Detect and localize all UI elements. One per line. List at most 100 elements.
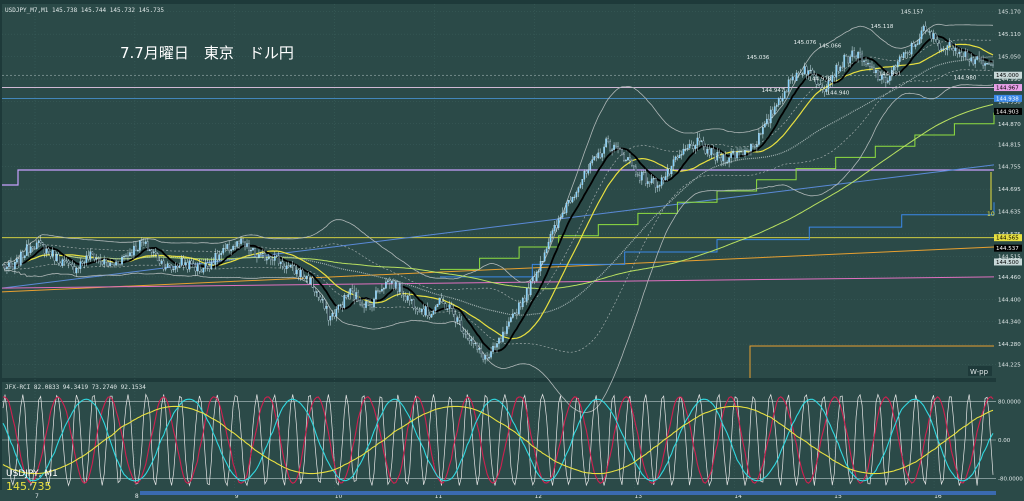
candle-body — [180, 258, 183, 266]
candle-body — [216, 253, 219, 260]
candle-body — [803, 66, 806, 74]
candle-body — [924, 25, 927, 31]
candle-body — [105, 258, 108, 263]
candle-body — [762, 127, 764, 135]
candle-body — [817, 84, 820, 86]
candle-body — [190, 260, 193, 264]
candle-body — [593, 156, 596, 160]
candle-body — [391, 280, 393, 284]
candle-body — [271, 259, 274, 261]
candle-body — [63, 259, 66, 262]
price-tag-label: 144.500 — [996, 260, 1019, 266]
candle-body — [277, 255, 280, 264]
candle-body — [184, 262, 187, 266]
candle-body — [166, 263, 169, 268]
candle-body — [833, 75, 836, 78]
candle-body — [982, 60, 984, 66]
candle-body — [976, 56, 978, 60]
candle-body — [875, 70, 877, 74]
candle-body — [279, 261, 282, 264]
candle-body — [970, 57, 973, 62]
candle-body — [164, 267, 167, 270]
candle-body — [752, 143, 754, 147]
candle-body — [398, 283, 401, 292]
candle-body — [422, 308, 425, 316]
candle-body — [533, 276, 536, 282]
candle-body — [311, 277, 314, 288]
candle-body — [779, 98, 782, 102]
candle-body — [492, 346, 494, 352]
candle-body — [144, 241, 147, 244]
candle-body — [490, 351, 492, 358]
candle-body — [926, 30, 929, 32]
candle-body — [894, 65, 897, 68]
candle-body — [658, 185, 661, 187]
candle-body — [688, 143, 691, 149]
candle-body — [150, 249, 153, 253]
candle-body — [754, 146, 756, 148]
candle-body — [801, 73, 804, 75]
candle-body — [760, 133, 762, 135]
candle-body — [266, 258, 268, 261]
candle-body — [474, 342, 477, 345]
candle-body — [777, 98, 780, 106]
candle-body — [631, 159, 633, 167]
candle-body — [978, 56, 980, 58]
candle-body — [8, 262, 10, 267]
candle-body — [355, 292, 357, 300]
candle-body — [648, 181, 651, 184]
candle-body — [93, 253, 96, 260]
candle-body — [742, 150, 744, 155]
candle-body — [898, 56, 901, 62]
candle-body — [984, 63, 986, 66]
candle-body — [232, 246, 234, 251]
candle-body — [597, 152, 600, 159]
candle-body — [43, 244, 46, 254]
candle-body — [301, 269, 304, 278]
candle-body — [293, 265, 296, 275]
candle-body — [210, 262, 213, 269]
candle-body — [728, 157, 730, 163]
footer-symbol: USDJPY, M1 — [6, 469, 58, 479]
candle-body — [198, 264, 201, 272]
candle-body — [619, 148, 621, 150]
candle-body — [428, 315, 431, 318]
candle-body — [555, 225, 558, 228]
candle-body — [954, 47, 957, 51]
y-tick-label: 144.755 — [998, 165, 1021, 171]
candle-body — [444, 303, 447, 310]
candle-body — [639, 175, 641, 181]
candle-body — [156, 253, 159, 261]
candle-body — [287, 265, 290, 267]
candle-body — [27, 244, 30, 253]
candle-body — [738, 151, 740, 153]
candle-body — [585, 170, 588, 174]
candle-body — [559, 216, 562, 219]
candle-body — [960, 52, 963, 57]
candle-body — [466, 333, 469, 339]
candle-body — [823, 88, 826, 92]
price-annotation: 144.978 — [809, 76, 832, 82]
candle-body — [349, 288, 352, 295]
candle-body — [45, 248, 48, 254]
candle-body — [133, 245, 135, 256]
candle-body — [722, 154, 725, 162]
candle-body — [252, 248, 254, 251]
y-tick-label: 144.635 — [998, 210, 1021, 216]
candle-body — [676, 156, 679, 159]
candle-body — [77, 267, 80, 270]
candle-body — [644, 172, 647, 184]
candle-body — [289, 264, 292, 267]
candle-body — [482, 353, 484, 360]
candle-body — [214, 253, 217, 265]
candle-body — [454, 313, 457, 322]
candle-body — [81, 261, 84, 264]
candle-body — [811, 69, 814, 75]
candle-body — [16, 258, 18, 263]
candle-body — [637, 174, 639, 176]
candle-body — [571, 196, 574, 203]
candle-body — [551, 230, 554, 235]
candle-body — [799, 72, 802, 75]
candle-body — [438, 297, 441, 305]
candle-body — [103, 258, 106, 265]
